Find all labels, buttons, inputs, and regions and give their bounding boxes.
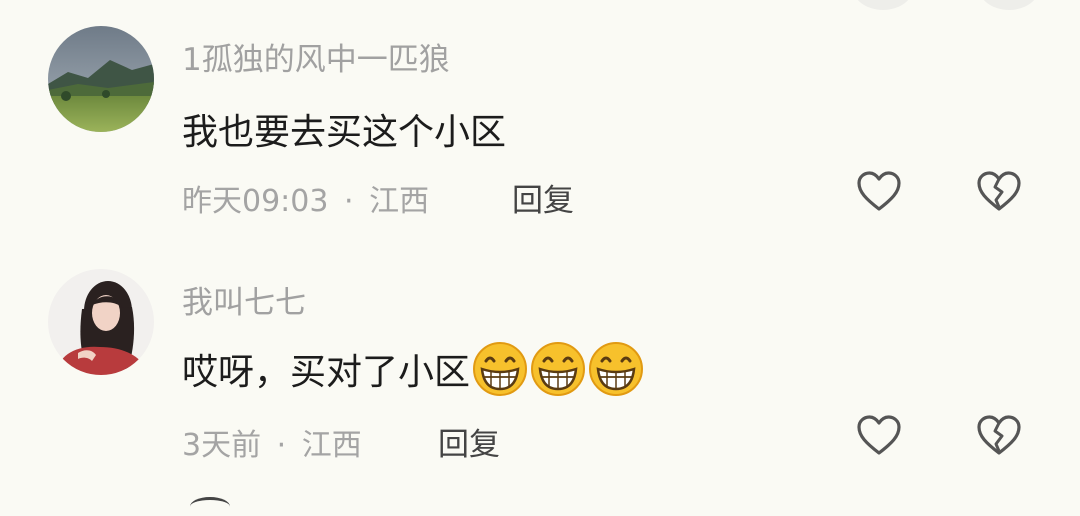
reply-button[interactable]: 回复	[512, 175, 574, 220]
heart-icon	[857, 415, 901, 455]
top-partial-button-left[interactable]	[852, 0, 914, 10]
top-partial-button-right[interactable]	[978, 0, 1040, 10]
comment-location: 江西	[301, 428, 362, 463]
grinning-face-icon	[589, 342, 644, 396]
comment-text-body: 我也要去买这个小区	[182, 112, 507, 153]
grinning-face-icon	[473, 342, 528, 396]
like-button[interactable]	[856, 414, 902, 458]
like-button[interactable]	[856, 170, 902, 214]
comment-username[interactable]: 1孤独的风中一匹狼	[182, 34, 450, 79]
comment-location: 江西	[369, 184, 430, 219]
dislike-button[interactable]	[976, 170, 1022, 214]
comment-username[interactable]: 我叫七七	[182, 277, 306, 322]
comment-text: 哎呀，买对了小区	[182, 341, 644, 397]
reply-button[interactable]: 回复	[438, 419, 500, 464]
comment-meta: 3天前 · 江西	[182, 420, 362, 464]
next-item-partial	[190, 497, 230, 516]
avatar[interactable]	[48, 269, 154, 375]
heart-icon	[857, 171, 901, 211]
comment-time: 3天前	[182, 428, 262, 463]
broken-heart-icon	[977, 415, 1021, 455]
meta-separator: ·	[276, 428, 287, 463]
comment-meta: 昨天09:03 · 江西	[182, 176, 429, 220]
comment-text-body: 哎呀，买对了小区	[182, 352, 471, 393]
broken-heart-icon	[977, 171, 1021, 211]
comment-text: 我也要去买这个小区	[182, 103, 506, 155]
comment-time: 昨天09:03	[182, 184, 329, 219]
dislike-button[interactable]	[976, 414, 1022, 458]
meta-separator: ·	[344, 184, 354, 219]
avatar[interactable]	[48, 26, 154, 132]
grinning-face-icon	[531, 342, 586, 396]
